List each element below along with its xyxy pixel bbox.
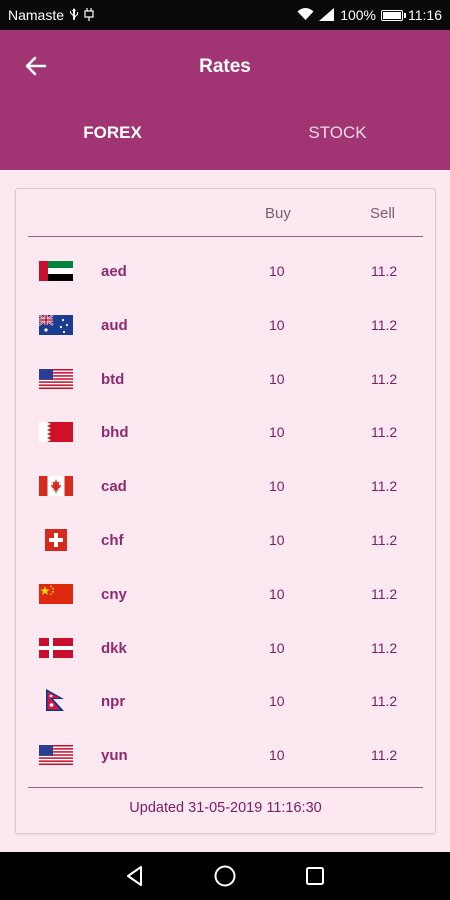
charging-icon [84, 7, 94, 23]
currency-code: cad [101, 478, 127, 496]
sell-rate: 11.2 [371, 424, 398, 441]
table-row[interactable]: yun 10 11.2 [28, 728, 423, 782]
table-header: Buy Sell [28, 189, 423, 237]
table-row[interactable]: npr 10 11.2 [28, 674, 423, 728]
currency-code: cny [101, 585, 127, 603]
back-triangle-icon[interactable] [122, 863, 148, 889]
currency-code: npr [101, 693, 126, 711]
buy-rate: 10 [269, 747, 285, 764]
battery-icon [381, 9, 406, 21]
app-bar: Rates FOREX STOCK [0, 30, 450, 170]
currency-code: aud [101, 316, 128, 334]
table-row[interactable]: dkk 10 11.2 [28, 621, 423, 675]
sell-rate: 11.2 [371, 747, 398, 764]
updated-timestamp: Updated 31-05-2019 11:16:30 [28, 787, 423, 825]
currency-code: chf [101, 531, 124, 549]
system-nav-bar [0, 852, 450, 900]
sell-rate: 11.2 [371, 585, 398, 602]
switzerland-flag-icon [45, 528, 67, 551]
currency-code: bhd [101, 424, 129, 442]
home-circle-icon[interactable] [212, 863, 238, 889]
sell-column-header: Sell [370, 205, 396, 222]
table-row[interactable]: chf 10 11.2 [28, 513, 423, 567]
table-row[interactable]: bhd 10 11.2 [28, 405, 423, 459]
buy-rate: 10 [269, 478, 285, 495]
buy-rate: 10 [269, 263, 285, 279]
page-title: Rates [199, 56, 251, 77]
buy-rate: 10 [269, 424, 285, 441]
usa-flag-icon [39, 745, 73, 766]
denmark-flag-icon [39, 637, 73, 658]
buy-rate: 10 [269, 693, 285, 710]
sell-rate: 11.2 [371, 693, 398, 710]
canada-flag-icon [39, 476, 73, 497]
carrier-name: Namaste [8, 7, 65, 23]
tab-stock[interactable]: STOCK [225, 112, 450, 154]
buy-rate: 10 [269, 639, 285, 656]
buy-rate: 10 [269, 370, 285, 387]
table-row[interactable]: cny 10 11.2 [28, 567, 423, 621]
clock: 11:16 [408, 7, 442, 23]
sell-rate: 11.2 [371, 639, 398, 656]
buy-rate: 10 [269, 585, 285, 602]
tab-forex[interactable]: FOREX [0, 112, 225, 154]
table-row[interactable]: btd 10 11.2 [28, 352, 423, 406]
table-row[interactable]: aud 10 11.2 [28, 298, 423, 352]
battery-percent: 100% [340, 7, 376, 23]
buy-column-header: Buy [265, 205, 291, 222]
currency-code: dkk [101, 639, 127, 657]
buy-rate: 10 [269, 316, 285, 333]
screen: Namaste 100% 11:16 Rates FOREX STOCK Buy… [0, 0, 450, 900]
recents-square-icon[interactable] [302, 863, 328, 889]
signal-icon [319, 7, 335, 23]
buy-rate: 10 [269, 531, 285, 548]
wifi-icon [297, 7, 314, 23]
nepal-flag-icon [44, 688, 68, 712]
table-row[interactable]: aed 10 11.2 [28, 244, 423, 298]
tab-bar: FOREX STOCK [0, 112, 450, 154]
rates-list: aed 10 11.2 aud 10 11.2 btd 10 11.2 bhd … [28, 244, 423, 782]
rates-card: Buy Sell aed 10 11.2 aud 10 11.2 btd 10 … [15, 188, 436, 834]
sell-rate: 11.2 [371, 316, 398, 333]
uae-flag-icon [39, 261, 73, 281]
sell-rate: 11.2 [371, 263, 398, 279]
status-bar: Namaste 100% 11:16 [0, 0, 450, 30]
table-row[interactable]: cad 10 11.2 [28, 459, 423, 513]
china-flag-icon [39, 583, 73, 604]
usa-flag-icon [39, 368, 73, 389]
currency-code: aed [101, 263, 127, 280]
sell-rate: 11.2 [371, 478, 398, 495]
sell-rate: 11.2 [371, 531, 398, 548]
sell-rate: 11.2 [371, 370, 398, 387]
currency-code: yun [101, 747, 128, 765]
australia-flag-icon [39, 314, 73, 335]
usb-icon [69, 7, 79, 23]
currency-code: btd [101, 370, 125, 388]
bahrain-flag-icon [39, 422, 73, 443]
